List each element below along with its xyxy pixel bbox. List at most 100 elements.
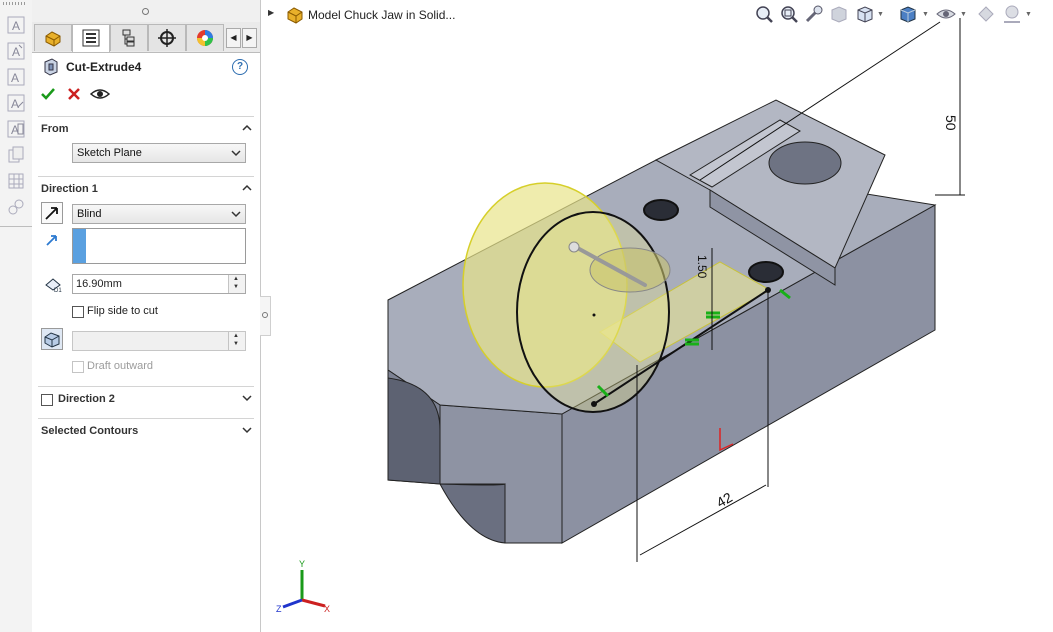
text-a-icon[interactable]: A — [7, 16, 25, 34]
small-hole-right[interactable] — [748, 261, 784, 283]
draft-outward-checkbox[interactable] — [72, 361, 84, 373]
reference-triad: Y X Z — [276, 559, 330, 614]
crosshair-icon — [158, 29, 176, 47]
hide-show-items-icon[interactable] — [936, 4, 956, 24]
chevron-down-icon — [242, 395, 252, 402]
flip-side-label: Flip side to cut — [87, 305, 158, 317]
configuration-manager-tab[interactable] — [110, 24, 148, 51]
depth-spinner[interactable]: ▲ ▼ — [228, 275, 245, 293]
svg-text:A: A — [11, 71, 19, 85]
manager-tabs: ◀ ▶ — [32, 22, 260, 53]
small-hole-left[interactable] — [643, 199, 679, 221]
left-toolstrip: A A A A A — [0, 0, 33, 632]
selected-contours-header[interactable]: Selected Contours — [38, 418, 254, 441]
edit-appearance-icon[interactable] — [976, 4, 996, 24]
draft-toggle-button[interactable] — [41, 328, 63, 350]
arrow-handle-knob[interactable] — [568, 241, 580, 253]
selected-contours-section: Selected Contours — [38, 418, 254, 448]
flip-side-checkbox[interactable] — [72, 306, 84, 318]
feature-title-row: Cut-Extrude4 ? — [40, 58, 254, 78]
direction1-section: Direction 1 Blind D1 16.90mm ▲ ▼ Flip sid… — [38, 176, 254, 382]
configuration-icon — [122, 29, 135, 47]
help-button[interactable]: ? — [232, 59, 248, 75]
triad-y-label: Y — [299, 559, 305, 569]
previous-view-icon[interactable] — [804, 4, 824, 24]
listbox-selection-bar — [73, 229, 86, 263]
selected-contours-label: Selected Contours — [41, 425, 139, 437]
chevron-down-icon[interactable]: ▼ — [877, 11, 884, 18]
dimxpert-manager-tab[interactable] — [148, 24, 186, 51]
reverse-direction-button[interactable] — [41, 202, 63, 224]
direction1-section-header[interactable]: Direction 1 — [38, 176, 254, 199]
text-box-icon[interactable]: A — [7, 120, 25, 138]
depth-dimension-icon: D1 — [45, 278, 62, 293]
svg-text:A: A — [12, 45, 20, 59]
zoom-to-area-icon[interactable] — [779, 4, 799, 24]
view-orientation-icon[interactable] — [855, 4, 875, 24]
apply-scene-icon[interactable] — [1002, 4, 1022, 24]
preview-center-point — [592, 313, 596, 317]
chevron-down-icon — [231, 211, 241, 218]
from-start-condition-select[interactable]: Sketch Plane — [72, 143, 246, 163]
ok-check-icon[interactable] — [40, 86, 56, 102]
copy-icon[interactable] — [7, 146, 25, 164]
sketch-point[interactable] — [591, 401, 597, 407]
grip-dot — [142, 8, 149, 15]
chevron-up-icon — [242, 124, 252, 131]
draft-outward-label: Draft outward — [87, 360, 154, 372]
svg-text:D1: D1 — [54, 288, 62, 293]
expand-triangle-icon[interactable]: ▶ — [268, 8, 274, 17]
text-style-icon[interactable]: A — [7, 68, 25, 86]
dimension-50-text[interactable]: 50 — [943, 115, 959, 131]
depth-input[interactable]: 16.90mm ▲ ▼ — [72, 274, 246, 294]
chevron-down-icon[interactable]: ▼ — [1025, 11, 1032, 18]
tab-scroll-left-button[interactable]: ◀ — [226, 28, 241, 48]
draft-angle-input[interactable]: ▲ ▼ — [72, 331, 246, 351]
graphics-viewport[interactable]: 42 50 1.50 Y X Z — [262, 0, 1053, 632]
chevron-down-icon[interactable]: ▼ — [960, 11, 967, 18]
feature-title: Cut-Extrude4 — [66, 60, 142, 74]
chevron-up-icon — [242, 184, 252, 191]
from-section-header[interactable]: From — [38, 116, 254, 139]
svg-text:A: A — [12, 19, 20, 33]
feature-manager-tab[interactable] — [34, 24, 72, 51]
property-list-icon — [82, 29, 100, 47]
toolstrip-grip[interactable] — [3, 2, 27, 5]
panel-grip-bar[interactable] — [32, 0, 260, 23]
section-view-icon[interactable] — [829, 4, 849, 24]
triad-z-label: Z — [276, 604, 282, 614]
draft-angle-spinner[interactable]: ▲ ▼ — [228, 332, 245, 350]
display-manager-tab[interactable] — [186, 24, 224, 51]
part-name: Model Chuck Jaw in Solid... — [308, 8, 456, 22]
tab-scroll-right-button[interactable]: ▶ — [242, 28, 257, 48]
direction-reference-listbox[interactable] — [72, 228, 246, 264]
dimension-42-text[interactable]: 42 — [714, 489, 736, 511]
direction1-section-label: Direction 1 — [41, 183, 98, 195]
preview-eye-icon[interactable] — [90, 86, 110, 102]
cancel-x-icon[interactable] — [66, 86, 82, 102]
part-icon — [287, 7, 303, 24]
cut-preview-cylinder-front — [516, 211, 670, 413]
cut-extrude-icon — [44, 58, 58, 76]
text-a-alt-icon[interactable]: A — [7, 42, 25, 60]
reverse-direction-icon — [45, 207, 58, 220]
direction2-section-header[interactable]: Direction 2 — [38, 386, 254, 409]
part-lower-arc — [439, 483, 506, 544]
link-icon[interactable] — [7, 198, 25, 216]
cut-preview-inner-hole — [589, 247, 671, 293]
toolstrip-separator — [0, 226, 32, 227]
zoom-to-fit-icon[interactable] — [754, 4, 774, 24]
heads-up-view-toolbar: ▼ ▼ ▼ ▼ — [752, 4, 1052, 26]
direction-vector-icon — [46, 235, 57, 246]
property-manager-tab[interactable] — [72, 24, 110, 52]
chevron-down-icon[interactable]: ▼ — [922, 11, 929, 18]
end-condition-select[interactable]: Blind — [72, 204, 246, 224]
display-style-icon[interactable] — [898, 4, 918, 24]
text-format-icon[interactable]: A — [7, 94, 25, 112]
action-buttons — [40, 84, 130, 104]
property-manager-panel: ◀ ▶ Cut-Extrude4 ? From Sketch Plane Dir… — [32, 0, 261, 632]
direction2-checkbox[interactable] — [41, 394, 53, 406]
grid-icon[interactable] — [7, 172, 25, 190]
jaw-top-hole[interactable] — [768, 141, 842, 185]
dimension-1-50-text[interactable]: 1.50 — [695, 255, 709, 279]
